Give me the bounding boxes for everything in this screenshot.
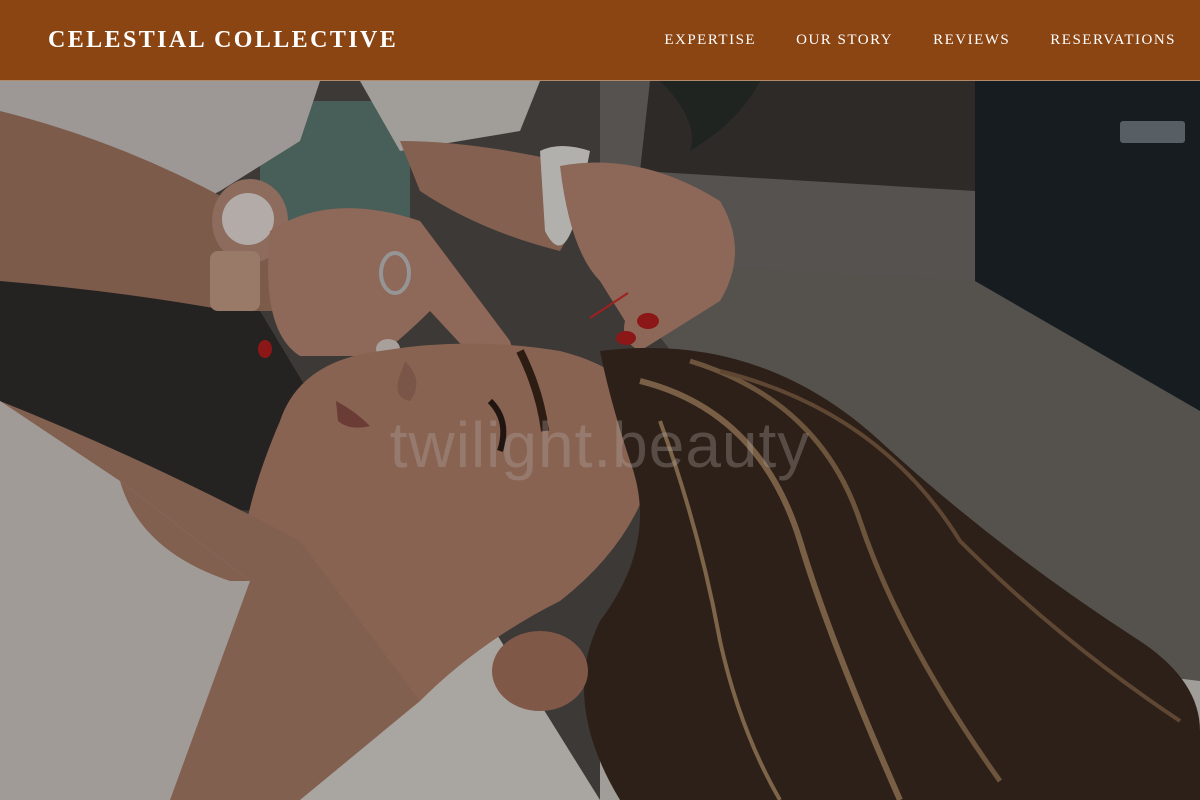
watermark-text: twilight.beauty (389, 409, 811, 481)
nav-item-reviews: REVIEWS (933, 31, 1010, 49)
hero-section: twilight.beauty (0, 81, 1200, 800)
nav-link-expertise[interactable]: EXPERTISE (664, 32, 756, 48)
nav-item-expertise: EXPERTISE (664, 31, 756, 49)
nav-list: EXPERTISE OUR STORY REVIEWS RESERVATIONS (664, 31, 1176, 49)
nav-link-reviews[interactable]: REVIEWS (933, 32, 1010, 48)
nav-link-reservations[interactable]: RESERVATIONS (1050, 32, 1176, 48)
nav-link-our-story[interactable]: OUR STORY (796, 32, 893, 48)
site-header: CELESTIAL COLLECTIVE EXPERTISE OUR STORY… (0, 0, 1200, 81)
main-nav: EXPERTISE OUR STORY REVIEWS RESERVATIONS (664, 31, 1176, 49)
brand-logo[interactable]: CELESTIAL COLLECTIVE (48, 27, 398, 54)
nav-item-our-story: OUR STORY (796, 31, 893, 49)
nav-item-reservations: RESERVATIONS (1050, 31, 1176, 49)
